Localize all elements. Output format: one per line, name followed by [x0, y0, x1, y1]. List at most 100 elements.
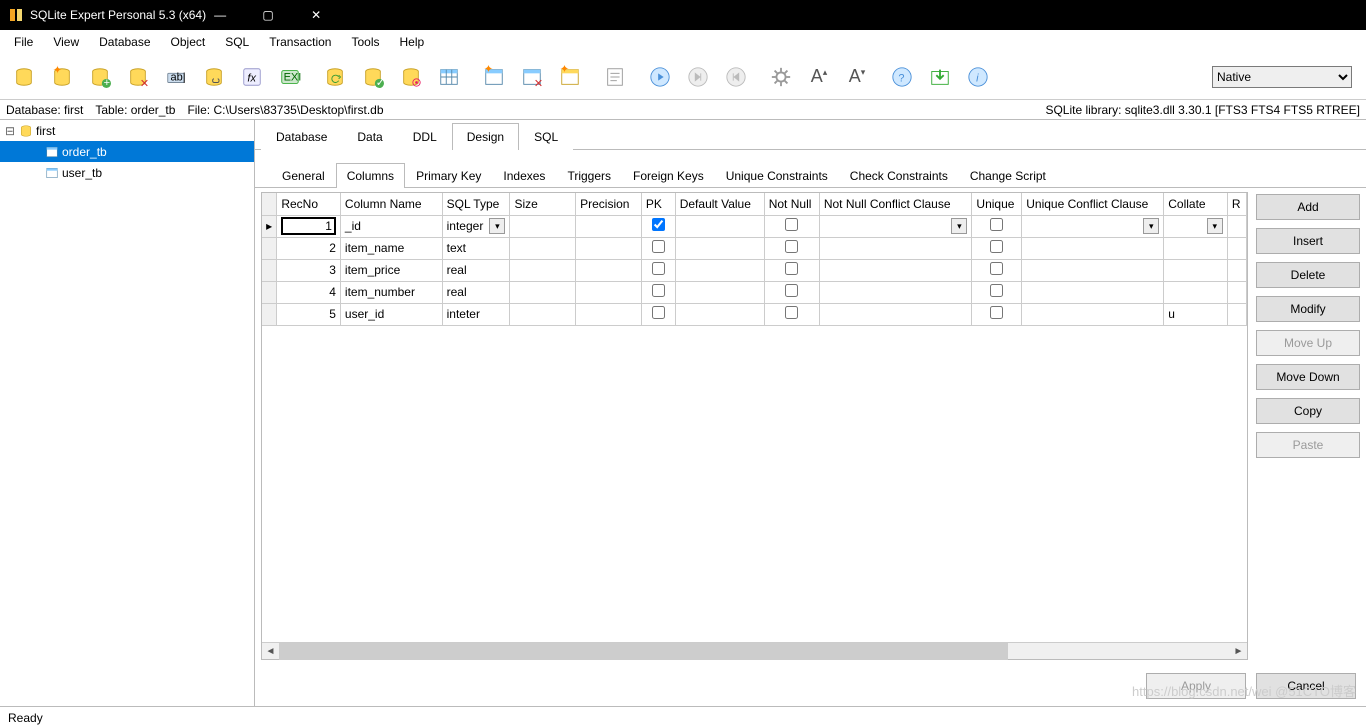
tab-database[interactable]: Database — [261, 123, 342, 150]
menu-sql[interactable]: SQL — [215, 31, 259, 53]
subtab-indexes[interactable]: Indexes — [492, 163, 556, 188]
tab-ddl[interactable]: DDL — [398, 123, 452, 150]
subtab-columns[interactable]: Columns — [336, 163, 405, 188]
collate-dropdown[interactable]: ▾ — [1207, 218, 1223, 234]
col-header[interactable]: Not Null — [764, 193, 819, 215]
modify-button[interactable]: Modify — [1256, 296, 1360, 322]
subtab-unique-constraints[interactable]: Unique Constraints — [715, 163, 839, 188]
subtab-change-script[interactable]: Change Script — [959, 163, 1057, 188]
rename-db-button[interactable]: ab| — [158, 59, 194, 95]
minimize-button[interactable]: — — [206, 8, 234, 22]
notnull-checkbox[interactable] — [785, 240, 798, 253]
notnull-checkbox[interactable] — [785, 284, 798, 297]
col-header[interactable]: Size — [510, 193, 576, 215]
add-db-button[interactable]: + — [82, 59, 118, 95]
step-button[interactable] — [680, 59, 716, 95]
col-header[interactable]: Unique Conflict Clause — [1022, 193, 1164, 215]
exit-button[interactable]: EXIT — [272, 59, 308, 95]
refresh-button[interactable] — [317, 59, 353, 95]
unique-checkbox[interactable] — [990, 284, 1003, 297]
col-header[interactable]: PK — [641, 193, 675, 215]
delete-table-button[interactable]: ✕ — [514, 59, 550, 95]
table-row[interactable]: ▸_idinteger▾▾▾▾ — [262, 215, 1247, 237]
col-header[interactable]: Unique — [972, 193, 1022, 215]
new-table-button[interactable]: ✦ — [476, 59, 512, 95]
new-db-button[interactable] — [6, 59, 42, 95]
unique-checkbox[interactable] — [990, 262, 1003, 275]
view-button[interactable]: ✦ — [552, 59, 588, 95]
horizontal-scrollbar[interactable]: ◄ ► — [262, 642, 1247, 659]
font-increase-button[interactable]: A▴ — [801, 59, 837, 95]
copy-button[interactable]: Copy — [1256, 398, 1360, 424]
movedown-button[interactable]: Move Down — [1256, 364, 1360, 390]
menu-view[interactable]: View — [43, 31, 89, 53]
pk-checkbox[interactable] — [652, 284, 665, 297]
collapse-icon[interactable]: ⊟ — [4, 124, 16, 138]
col-header[interactable]: SQL Type — [442, 193, 510, 215]
add-button[interactable]: Add — [1256, 194, 1360, 220]
col-header[interactable]: RecNo — [277, 193, 341, 215]
recno-input[interactable] — [281, 217, 336, 235]
menu-file[interactable]: File — [4, 31, 43, 53]
col-header[interactable]: Not Null Conflict Clause — [819, 193, 972, 215]
table-row[interactable]: 2item_nametext — [262, 237, 1247, 259]
col-header[interactable]: Collate — [1164, 193, 1228, 215]
col-header[interactable]: R — [1227, 193, 1246, 215]
maximize-button[interactable]: ▢ — [254, 8, 282, 22]
menu-help[interactable]: Help — [389, 31, 434, 53]
prev-button[interactable] — [718, 59, 754, 95]
pk-checkbox[interactable] — [652, 240, 665, 253]
unique-checkbox[interactable] — [990, 240, 1003, 253]
subtab-primary-key[interactable]: Primary Key — [405, 163, 492, 188]
col-header[interactable]: Default Value — [675, 193, 764, 215]
font-decrease-button[interactable]: A▾ — [839, 59, 875, 95]
notnull-checkbox[interactable] — [785, 262, 798, 275]
cancel-button[interactable]: Cancel — [1256, 673, 1356, 699]
tree-table-user_tb[interactable]: user_tb — [0, 162, 254, 183]
type-dropdown[interactable]: ▾ — [489, 218, 505, 234]
tab-design[interactable]: Design — [452, 123, 519, 150]
col-header[interactable]: Column Name — [340, 193, 442, 215]
script-button[interactable] — [597, 59, 633, 95]
subtab-triggers[interactable]: Triggers — [556, 163, 622, 188]
new-db-star-button[interactable]: ✦ — [44, 59, 80, 95]
table-row[interactable]: 4item_numberreal — [262, 281, 1247, 303]
moveup-button[interactable]: Move Up — [1256, 330, 1360, 356]
notnull-checkbox[interactable] — [785, 218, 798, 231]
subtab-check-constraints[interactable]: Check Constraints — [839, 163, 959, 188]
db-settings-button[interactable] — [393, 59, 429, 95]
tree-table-order_tb[interactable]: order_tb — [0, 141, 254, 162]
menu-object[interactable]: Object — [161, 31, 216, 53]
menu-transaction[interactable]: Transaction — [259, 31, 341, 53]
engine-select[interactable]: Native — [1212, 66, 1352, 88]
apply-button[interactable]: Apply — [1146, 673, 1246, 699]
subtab-foreign-keys[interactable]: Foreign Keys — [622, 163, 715, 188]
nnconflict-dropdown[interactable]: ▾ — [951, 218, 967, 234]
notnull-checkbox[interactable] — [785, 306, 798, 319]
help-button[interactable]: ? — [884, 59, 920, 95]
table-row[interactable]: 5user_idinteteru — [262, 303, 1247, 325]
settings-button[interactable] — [763, 59, 799, 95]
table-button[interactable] — [431, 59, 467, 95]
remove-db-button[interactable]: ✕ — [120, 59, 156, 95]
commit-button[interactable]: ✓ — [355, 59, 391, 95]
db-tree[interactable]: ⊟ first order_tbuser_tb — [0, 120, 255, 706]
delete-button[interactable]: Delete — [1256, 262, 1360, 288]
run-button[interactable] — [642, 59, 678, 95]
menu-database[interactable]: Database — [89, 31, 160, 53]
menu-tools[interactable]: Tools — [341, 31, 389, 53]
function-button[interactable]: fx — [234, 59, 270, 95]
pk-checkbox[interactable] — [652, 262, 665, 275]
table-row[interactable]: 3item_pricereal — [262, 259, 1247, 281]
insert-button[interactable]: Insert — [1256, 228, 1360, 254]
pk-checkbox[interactable] — [652, 218, 665, 231]
col-header[interactable]: Precision — [576, 193, 642, 215]
pk-checkbox[interactable] — [652, 306, 665, 319]
subtab-general[interactable]: General — [271, 163, 336, 188]
close-button[interactable]: ✕ — [302, 8, 330, 22]
tree-db-root[interactable]: ⊟ first — [0, 120, 254, 141]
attach-db-button[interactable] — [196, 59, 232, 95]
uqconflict-dropdown[interactable]: ▾ — [1143, 218, 1159, 234]
update-button[interactable] — [922, 59, 958, 95]
tab-data[interactable]: Data — [342, 123, 397, 150]
